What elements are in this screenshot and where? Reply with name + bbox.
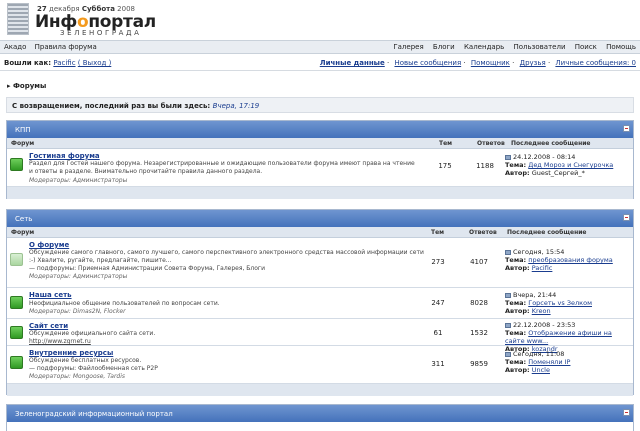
forum-link[interactable]: О форуме [29, 241, 69, 249]
forum-status-icon [10, 253, 23, 266]
nav-link-gallery[interactable]: Галерея [393, 43, 423, 51]
main-nav: Акадо Правила форума Галерея Блоги Кален… [0, 40, 640, 54]
forum-status-icon [10, 296, 23, 309]
category-title[interactable]: КПП [15, 126, 31, 134]
column-headers: Форум Тем Ответов Последнее сообщение [7, 138, 633, 149]
last-author[interactable]: Uncle [532, 366, 550, 374]
topics-count: 247 [431, 299, 445, 307]
logged-as-label: Вошли как: [4, 59, 52, 67]
forum-row: О форуме Обсуждение самого главного, сам… [7, 238, 633, 288]
post-icon[interactable] [505, 322, 511, 328]
new-posts-link[interactable]: Новые сообщения [394, 59, 461, 67]
last-author[interactable]: Pacific [532, 264, 553, 272]
nav-link-akado[interactable]: Акадо [4, 43, 26, 51]
forum-row: Наша сеть Неофициальное общение пользова… [7, 288, 633, 319]
breadcrumb-forums[interactable]: Форумы [13, 82, 46, 90]
forum-description: Обсуждение официального сайта сети. [29, 330, 156, 337]
forum-link[interactable]: Наша сеть [29, 291, 72, 299]
forum-description: Обсуждение бесплатных ресурсов. [29, 357, 142, 364]
nav-link-help[interactable]: Помощь [606, 43, 636, 51]
friends-link[interactable]: Друзья [520, 59, 546, 67]
forum-url[interactable]: http://www.zgrnet.ru [29, 338, 91, 346]
post-icon[interactable] [505, 351, 511, 357]
category-header: КПП [7, 121, 633, 138]
forum-link[interactable]: Гостиная форума [29, 152, 100, 160]
post-icon[interactable] [505, 292, 511, 298]
replies-count: 4107 [470, 258, 488, 266]
last-topic-link[interactable]: преобразования форума [528, 256, 613, 264]
collapse-icon[interactable] [623, 125, 630, 132]
replies-count: 9859 [470, 360, 488, 368]
category-header: Зеленоградский информационный портал [7, 405, 633, 422]
site-header: 27 декабря Суббота 2008 Инфопортал ЗЕЛЕН… [0, 0, 640, 40]
nav-link-search[interactable]: Поиск [575, 43, 597, 51]
category-title[interactable]: Сеть [15, 215, 32, 223]
logo-building-icon [7, 3, 29, 35]
forum-row: Внутренние ресурсы Обсуждение бесплатных… [7, 346, 633, 384]
topics-count: 175 [438, 162, 452, 170]
last-topic-link[interactable]: Поменяли IP [528, 358, 570, 366]
last-topic-link[interactable]: Горсеть vs Зелком [528, 299, 592, 307]
forum-link[interactable]: Сайт сети [29, 322, 68, 330]
forum-description: Обсуждение самого главного, самого лучше… [29, 249, 424, 264]
category-title[interactable]: Зеленоградский информационный портал [15, 410, 173, 418]
forum-moderators: Модераторы: Администраторы [29, 177, 128, 184]
subforums[interactable]: — подфорумы: Файлообменная сеть P2P [29, 365, 158, 373]
forum-row: Гостиная форума Раздел для Гостей нашего… [7, 149, 633, 187]
logout-link[interactable]: ( Выход ) [78, 59, 112, 67]
category-header: Сеть [7, 210, 633, 227]
topics-count: 311 [431, 360, 445, 368]
last-post: Сегодня, 11:08 Тема: Поменяли IP Автор: … [505, 350, 571, 374]
post-icon[interactable] [505, 154, 511, 160]
nav-link-calendar[interactable]: Календарь [464, 43, 504, 51]
welcome-bar: С возвращением, последний раз вы были зд… [6, 97, 634, 113]
column-headers: Форум Тем Ответов Последнее сообщение [7, 227, 633, 238]
forum-link[interactable]: Внутренние ресурсы [29, 349, 113, 357]
replies-count: 1188 [476, 162, 494, 170]
forum-moderators: Модераторы: Mongoose, Tardis [29, 373, 126, 380]
subforums[interactable]: — подфорумы: Приемная Администрации Сове… [29, 265, 265, 273]
collapse-icon[interactable] [623, 214, 630, 221]
forum-status-icon [10, 326, 23, 339]
forum-description: Раздел для Гостей нашего форума. Незарег… [29, 160, 415, 175]
personal-data-link[interactable]: Личные данные [320, 59, 385, 67]
last-post: 24.12.2008 - 08:14 Тема: Дед Мороз и Сне… [505, 153, 614, 177]
last-post: Сегодня, 15:54 Тема: преобразования фору… [505, 248, 613, 272]
last-author[interactable]: Guest_Сергей_* [532, 169, 585, 177]
category-network: Сеть Форум Тем Ответов Последнее сообщен… [6, 209, 634, 396]
last-author[interactable]: Kreon [532, 307, 551, 315]
breadcrumb: ▸ Форумы [7, 82, 47, 90]
replies-count: 8028 [470, 299, 488, 307]
category-zelenograd-portal: Зеленоградский информационный портал [6, 404, 634, 431]
forum-moderators: Модераторы: Dimas2N, Flocker [29, 308, 126, 315]
nav-link-rules[interactable]: Правила форума [35, 43, 97, 51]
nav-link-blogs[interactable]: Блоги [433, 43, 455, 51]
topics-count: 273 [431, 258, 445, 266]
post-icon[interactable] [505, 249, 511, 255]
forum-status-icon [10, 158, 23, 171]
category-kpp: КПП Форум Тем Ответов Последнее сообщени… [6, 120, 634, 199]
forum-row: Сайт сети Обсуждение официального сайта … [7, 319, 633, 353]
nav-link-users[interactable]: Пользователи [514, 43, 566, 51]
forum-moderators: Модераторы: Администраторы [29, 273, 128, 280]
topics-count: 61 [433, 329, 443, 337]
replies-count: 1532 [470, 329, 488, 337]
last-topic-link[interactable]: Дед Мороз и Снегурочка [528, 161, 613, 169]
forum-description: Неофициальное общение пользователей по в… [29, 300, 220, 307]
site-subtitle: ЗЕЛЕНОГРАДА [60, 29, 142, 37]
last-post: Вчера, 21:44 Тема: Горсеть vs Зелком Авт… [505, 291, 592, 315]
private-messages-link[interactable]: Личные сообщения: 0 [555, 59, 636, 67]
user-profile-link[interactable]: Pacific [53, 59, 75, 67]
user-bar: Вошли как: Pacific ( Выход ) Личные данн… [0, 59, 640, 71]
collapse-icon[interactable] [623, 409, 630, 416]
forum-status-icon [10, 356, 23, 369]
assistant-link[interactable]: Помощник [471, 59, 510, 67]
